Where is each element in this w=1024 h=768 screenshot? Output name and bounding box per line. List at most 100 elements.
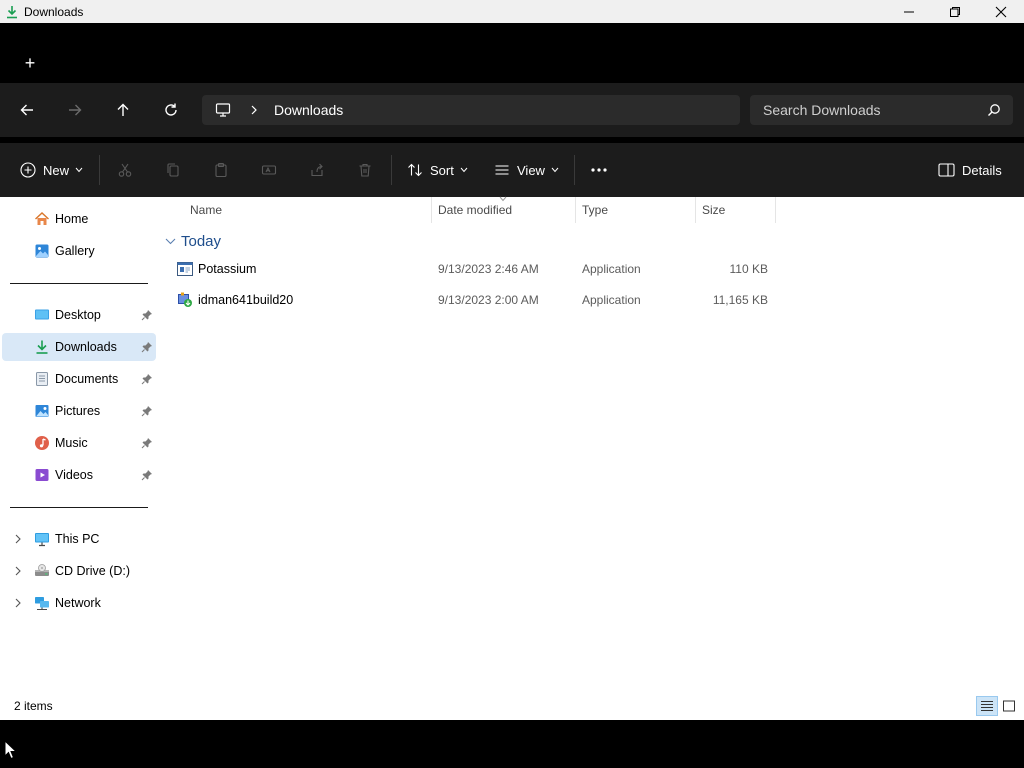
sidebar-item-label: Home	[55, 212, 89, 226]
up-button[interactable]	[111, 98, 135, 122]
chevron-down-icon[interactable]	[164, 235, 176, 247]
paste-button[interactable]	[211, 160, 231, 180]
sidebar-item-label: Music	[55, 436, 88, 450]
column-header-type[interactable]: Type	[582, 197, 608, 223]
sidebar-item-desktop[interactable]: Desktop	[2, 301, 156, 329]
sidebar-item-cd-drive[interactable]: CD Drive (D:)	[2, 557, 156, 585]
file-type: Application	[582, 293, 641, 307]
close-button[interactable]	[978, 0, 1024, 23]
search-box[interactable]	[750, 95, 1013, 125]
command-separator	[574, 155, 575, 185]
pin-icon[interactable]	[140, 308, 154, 322]
view-button[interactable]: View	[494, 157, 559, 183]
breadcrumb-downloads[interactable]: Downloads	[274, 102, 343, 118]
copy-button[interactable]	[163, 160, 183, 180]
sidebar-item-label: Desktop	[55, 308, 101, 322]
search-icon[interactable]	[987, 103, 1001, 117]
cut-button[interactable]	[115, 160, 135, 180]
sidebar-item-label: Downloads	[55, 340, 117, 354]
file-date-modified: 9/13/2023 2:00 AM	[438, 293, 539, 307]
sidebar-item-network[interactable]: Network	[2, 589, 156, 617]
chevron-right-icon[interactable]	[12, 597, 24, 609]
navigation-bar: Downloads	[0, 83, 1024, 137]
refresh-icon	[165, 103, 177, 116]
gallery-icon	[33, 242, 51, 260]
sidebar-item-music[interactable]: Music	[2, 429, 156, 457]
cut-icon	[118, 163, 132, 177]
sidebar-divider	[10, 507, 148, 508]
sidebar-item-downloads[interactable]: Downloads	[2, 333, 156, 361]
rename-button[interactable]	[259, 160, 279, 180]
chevron-down-icon	[551, 167, 559, 173]
sidebar-item-this-pc[interactable]: This PC	[2, 525, 156, 553]
sidebar-item-label: Documents	[55, 372, 119, 386]
column-separator[interactable]	[775, 197, 776, 223]
chevron-down-icon	[460, 167, 468, 173]
installer-icon	[177, 292, 193, 308]
group-header-today[interactable]: Today	[164, 231, 221, 251]
details-label: Details	[962, 162, 1002, 178]
pin-icon[interactable]	[140, 468, 154, 482]
chevron-right-icon[interactable]	[12, 533, 24, 545]
delete-icon	[359, 163, 371, 177]
column-header-name[interactable]: Name	[190, 197, 222, 223]
address-bar[interactable]: Downloads	[202, 95, 740, 125]
pin-icon[interactable]	[140, 340, 154, 354]
new-button[interactable]: New	[20, 157, 83, 183]
minimize-button[interactable]	[886, 0, 932, 23]
sidebar-item-home[interactable]: Home	[2, 205, 156, 233]
downloads-icon	[4, 4, 20, 20]
paste-icon	[215, 162, 227, 178]
delete-button[interactable]	[355, 160, 375, 180]
sidebar-item-label: Pictures	[55, 404, 101, 418]
more-options-icon	[591, 168, 607, 172]
details-view-button[interactable]	[976, 696, 998, 716]
copy-icon	[167, 163, 179, 177]
sidebar-item-documents[interactable]: Documents	[2, 365, 156, 393]
file-row[interactable]: Potassium 9/13/2023 2:46 AM Application …	[156, 255, 776, 283]
documents-icon	[33, 370, 51, 388]
large-icons-view-button[interactable]	[998, 696, 1020, 716]
sidebar-item-label: Videos	[55, 468, 93, 482]
refresh-button[interactable]	[159, 98, 183, 122]
file-row[interactable]: idman641build20 9/13/2023 2:00 AM Applic…	[156, 286, 776, 314]
mouse-cursor-icon	[4, 740, 18, 760]
pin-icon[interactable]	[140, 372, 154, 386]
new-tab-button[interactable]: +	[20, 53, 40, 73]
column-separator[interactable]	[695, 197, 696, 223]
pictures-icon	[33, 402, 51, 420]
view-label: View	[517, 162, 545, 178]
forward-button[interactable]	[63, 98, 87, 122]
network-icon	[33, 594, 51, 612]
file-size: 110 KB	[729, 262, 768, 276]
sidebar-item-pictures[interactable]: Pictures	[2, 397, 156, 425]
search-input[interactable]	[763, 102, 973, 118]
back-button[interactable]	[15, 98, 39, 122]
window-title: Downloads	[24, 4, 84, 19]
chevron-right-icon[interactable]	[248, 105, 260, 115]
this-pc-icon[interactable]	[214, 101, 232, 119]
see-more-button[interactable]	[589, 160, 609, 180]
chevron-right-icon[interactable]	[12, 565, 24, 577]
column-header-date-modified[interactable]: Date modified	[438, 197, 512, 223]
details-pane-icon	[938, 163, 955, 177]
sort-button[interactable]: Sort	[407, 157, 468, 183]
pin-icon[interactable]	[140, 436, 154, 450]
share-button[interactable]	[307, 160, 327, 180]
file-list: Name Date modified Type Size Today Potas…	[156, 196, 1024, 692]
sidebar-item-label: This PC	[55, 532, 100, 546]
up-arrow-icon	[117, 103, 129, 116]
large-icons-view-icon	[1003, 700, 1015, 712]
restore-button[interactable]	[932, 0, 978, 23]
column-separator[interactable]	[431, 197, 432, 223]
column-separator[interactable]	[575, 197, 576, 223]
tab-strip: +	[0, 23, 1024, 83]
command-separator	[391, 155, 392, 185]
command-bar: New Sort View Details	[0, 143, 1024, 197]
details-pane-button[interactable]: Details	[938, 157, 1002, 183]
column-header-size[interactable]: Size	[702, 197, 725, 223]
sidebar-item-gallery[interactable]: Gallery	[2, 237, 156, 265]
pin-icon[interactable]	[140, 404, 154, 418]
sidebar-item-videos[interactable]: Videos	[2, 461, 156, 489]
share-icon	[311, 163, 323, 177]
